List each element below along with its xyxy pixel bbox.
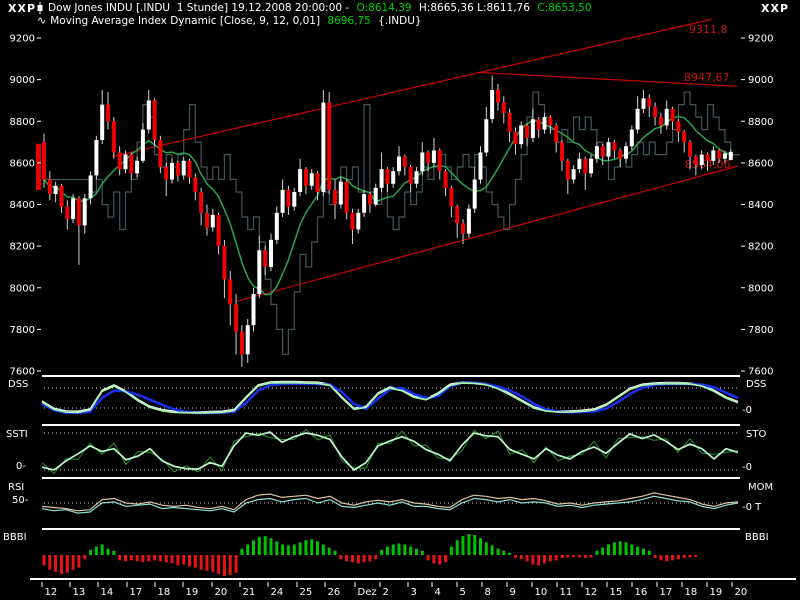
svg-text:25: 25	[300, 587, 313, 598]
app-badge-left: XXP	[8, 3, 36, 14]
quote-high-low: H:8665,36 L:8611,76	[416, 2, 534, 14]
quote-open: O:8614,39	[357, 2, 412, 14]
svg-text:11: 11	[560, 587, 573, 598]
main-chart-panel: 9311,88947,678564,06	[36, 19, 740, 367]
svg-text:12: 12	[45, 587, 58, 598]
ssti-label-left: SSTI	[6, 429, 28, 440]
sto-zero-right: -0	[742, 462, 752, 473]
candlestick-icon	[36, 2, 44, 14]
mom-zero-right: -0 T	[742, 502, 761, 513]
sto-label-right: STO	[746, 429, 766, 440]
svg-text:17: 17	[130, 587, 143, 598]
trading-app-window: XXP XXP Dow Jones INDU [.INDU 1 Stunde] …	[0, 0, 800, 600]
svg-text:15: 15	[610, 587, 623, 598]
svg-text:9: 9	[510, 587, 516, 598]
svg-text:17: 17	[660, 587, 673, 598]
svg-text:7600: 7600	[748, 367, 773, 378]
svg-text:8000: 8000	[10, 283, 35, 294]
dss-lines	[42, 381, 738, 413]
quote-close: C:8653,50	[537, 2, 591, 14]
bbbi-label-left: BBBI	[3, 532, 27, 543]
svg-text:9200: 9200	[748, 34, 773, 45]
rsi-panel	[42, 493, 738, 513]
svg-text:13: 13	[73, 587, 86, 598]
dss-label-left: DSS	[8, 379, 28, 390]
svg-text:3: 3	[411, 587, 417, 598]
indicator-header: ∿ Moving Average Index Dynamic [Close, 9…	[37, 14, 422, 27]
rsi-level-50: 50-	[12, 495, 28, 506]
dss-label-right: DSS	[746, 379, 766, 390]
svg-text:8947,67: 8947,67	[684, 71, 730, 84]
x-axis: 12 13 14 17 18 19 20 21 24 25 26 Dez 2 3 4 5 8 9 10 11 12 15 1…	[42, 582, 747, 598]
indicator-value: 8696,75	[327, 15, 370, 27]
svg-text:9000: 9000	[748, 75, 773, 86]
ssti-panel	[42, 430, 738, 474]
app-badge-right: XXP	[761, 3, 789, 14]
bbbi-bars	[43, 534, 698, 576]
svg-text:26: 26	[328, 587, 341, 598]
svg-text:8800: 8800	[10, 117, 35, 128]
svg-text:16: 16	[635, 587, 648, 598]
svg-text:9200: 9200	[10, 34, 35, 45]
svg-text:8600: 8600	[748, 158, 773, 169]
indicator-symbol: {.INDU}	[375, 15, 422, 27]
bbbi-panel	[43, 534, 698, 576]
svg-text:9000: 9000	[10, 75, 35, 86]
svg-text:7800: 7800	[10, 325, 35, 336]
svg-text:2: 2	[383, 587, 389, 598]
rsi-lines	[42, 493, 738, 513]
svg-text:21: 21	[243, 587, 256, 598]
svg-text:8800: 8800	[748, 117, 773, 128]
svg-text:20: 20	[215, 587, 228, 598]
rsi-label-left: RSI	[8, 482, 24, 493]
instrument-title: Dow Jones INDU [.INDU 1 Stunde] 19.12.20…	[48, 2, 353, 14]
svg-text:19: 19	[710, 587, 723, 598]
y-axis: 9200 9200 9000 9000 8800 8800 8600 8600 8400 8400…	[10, 34, 774, 378]
ssti-lines	[42, 430, 738, 474]
moving-average-icon: ∿	[37, 14, 46, 27]
bbbi-label-right: BBBI	[745, 532, 769, 543]
svg-text:8400: 8400	[10, 200, 35, 211]
price-marker	[36, 144, 41, 190]
svg-text:8400: 8400	[748, 200, 773, 211]
svg-text:24: 24	[271, 587, 284, 598]
svg-text:4: 4	[435, 587, 441, 598]
svg-text:8000: 8000	[748, 283, 773, 294]
svg-text:5: 5	[460, 587, 466, 598]
svg-text:12: 12	[585, 587, 598, 598]
svg-text:20: 20	[735, 587, 748, 598]
dss-panel	[42, 381, 738, 413]
svg-text:14: 14	[101, 587, 114, 598]
svg-text:8600: 8600	[10, 158, 35, 169]
dss-zero-right: -0	[742, 405, 752, 416]
svg-text:Dez: Dez	[358, 587, 377, 598]
svg-text:8200: 8200	[748, 242, 773, 253]
svg-text:10: 10	[535, 587, 548, 598]
svg-text:18: 18	[685, 587, 698, 598]
svg-text:8: 8	[485, 587, 491, 598]
separators	[30, 375, 796, 580]
indicator-title: Moving Average Index Dynamic [Close, 9, …	[50, 15, 323, 27]
mom-label-right: MOM	[748, 482, 773, 493]
candles	[42, 76, 733, 367]
svg-text:19: 19	[186, 587, 199, 598]
ssti-zero-left: 0-	[16, 461, 26, 472]
trendlines: 9311,88947,678564,06	[112, 19, 738, 301]
svg-text:18: 18	[158, 587, 171, 598]
svg-text:8200: 8200	[10, 242, 35, 253]
svg-text:9311,8: 9311,8	[689, 23, 728, 36]
svg-text:7600: 7600	[10, 367, 35, 378]
chart-canvas[interactable]: 9311,88947,678564,06 9200920090009000880…	[0, 0, 800, 600]
instrument-header: Dow Jones INDU [.INDU 1 Stunde] 19.12.20…	[36, 2, 592, 14]
svg-text:7800: 7800	[748, 325, 773, 336]
